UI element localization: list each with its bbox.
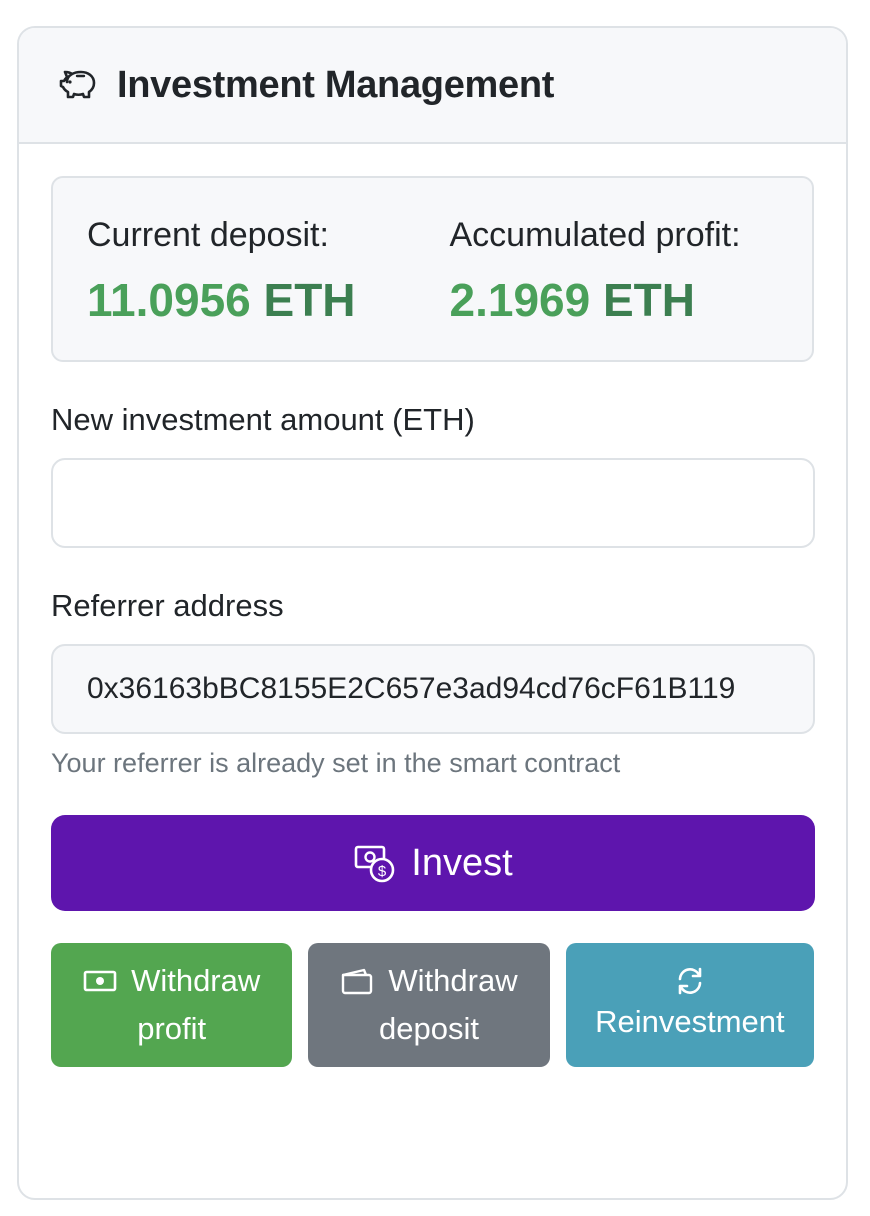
invest-button-label: Invest (411, 841, 513, 884)
accumulated-profit-stat: Accumulated profit: 2.1969 ETH (450, 216, 813, 360)
accumulated-profit-label: Accumulated profit: (449, 216, 741, 254)
svg-text:$: $ (378, 863, 387, 880)
invest-button[interactable]: $ Invest (51, 815, 815, 911)
referrer-label: Referrer address (51, 588, 284, 623)
card-title: Investment Management (117, 63, 555, 106)
current-deposit-amount: 11.0956 (87, 274, 251, 326)
card-header: Investment Management (19, 28, 846, 144)
cash-coin-icon: $ (353, 841, 397, 885)
investment-amount-input[interactable] (51, 458, 815, 548)
amount-label: New investment amount (ETH) (51, 402, 475, 437)
card-body: Current deposit: 11.0956 ETH Accumulated… (19, 144, 846, 1067)
current-deposit-label: Current deposit: (87, 216, 329, 254)
current-deposit-stat: Current deposit: 11.0956 ETH (87, 216, 450, 360)
referrer-address-input[interactable] (51, 644, 815, 734)
current-deposit-unit: ETH (263, 274, 356, 326)
withdraw-profit-button[interactable]: Withdraw profit (51, 943, 293, 1067)
accumulated-profit-unit: ETH (602, 274, 695, 326)
accumulated-profit-amount: 2.1969 (449, 274, 591, 326)
withdraw-profit-label-line2: profit (137, 1011, 207, 1046)
investment-card: Investment Management Current deposit: 1… (17, 26, 848, 1200)
accumulated-profit-value: 2.1969 ETH (450, 273, 813, 327)
piggy-bank-icon (59, 67, 101, 103)
wallet-icon (340, 967, 374, 995)
withdraw-profit-label-line1: Withdraw (131, 963, 261, 998)
withdraw-deposit-label-line1: Withdraw (388, 963, 518, 998)
cash-icon (83, 969, 117, 993)
withdraw-deposit-button[interactable]: Withdraw deposit (308, 943, 550, 1067)
stats-panel: Current deposit: 11.0956 ETH Accumulated… (51, 176, 814, 362)
current-deposit-value: 11.0956 ETH (87, 273, 450, 327)
referrer-help-text: Your referrer is already set in the smar… (51, 748, 621, 778)
secondary-actions: Withdraw profit Withdraw deposit Reinves… (51, 943, 815, 1067)
refresh-icon (673, 964, 707, 998)
withdraw-deposit-label-line2: deposit (379, 1011, 479, 1046)
reinvestment-button[interactable]: Reinvestment (565, 943, 815, 1067)
reinvestment-label: Reinvestment (595, 1004, 785, 1039)
